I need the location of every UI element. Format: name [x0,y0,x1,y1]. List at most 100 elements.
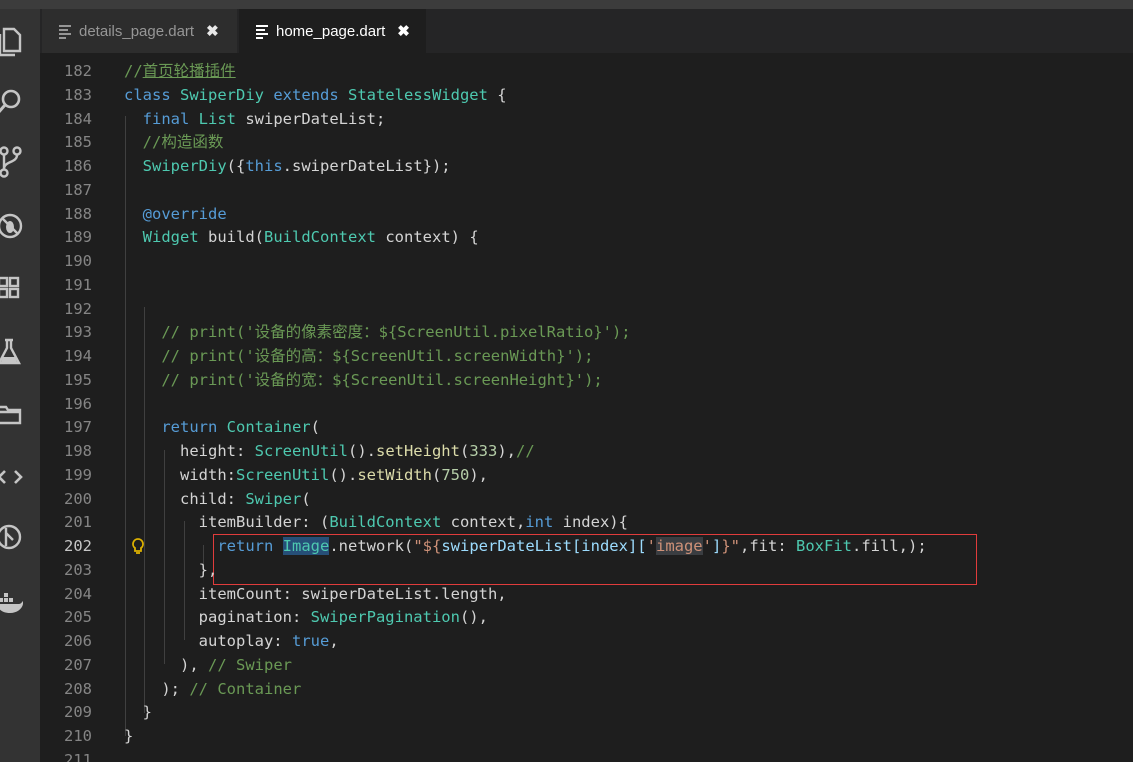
code-token: 333 [469,442,498,460]
line-number: 207 [64,655,92,674]
code-line[interactable]: 194 // print('设备的高：${ScreenUtil.screenWi… [40,344,1133,368]
code-text: ); // Container [124,677,301,701]
code-text: }, [124,558,218,582]
line-number: 199 [64,465,92,484]
git-graph-icon[interactable] [0,512,40,562]
code-token: build( [208,228,264,247]
line-number: 210 [64,727,92,745]
code-token: List [198,109,246,128]
code-line[interactable]: 207 ), // Swiper [40,653,1133,677]
code-token: setWidth [357,465,432,484]
explorer-icon[interactable] [0,17,40,67]
code-line[interactable]: 208 ); // Container [40,677,1133,701]
close-icon[interactable]: ✖ [206,22,219,40]
code-token: // print('设备的像素密度：${ScreenUtil.pixelRati… [124,323,631,342]
code-text: itemBuilder: (BuildContext context,int i… [124,510,628,534]
code-token: SwiperPagination [310,608,460,627]
code-text: height: ScreenUtil().setHeight(333),// [124,439,535,463]
code-line[interactable]: 199 width:ScreenUtil().setWidth(750), [40,463,1133,487]
code-text: //构造函数 [124,130,224,154]
code-line[interactable]: 198 height: ScreenUtil().setHeight(333),… [40,439,1133,463]
code-line[interactable]: 187 [40,178,1133,202]
code-token: BoxFit [796,537,853,555]
close-icon[interactable]: ✖ [397,22,410,40]
code-line[interactable]: 211 [40,748,1133,762]
line-number: 185 [64,133,92,152]
code-text: child: Swiper( [124,487,311,511]
code-line[interactable]: 197 return Container( [40,415,1133,439]
code-line[interactable]: 188 @override [40,202,1133,226]
code-token: return [217,537,283,555]
code-token: itemCount: swiperDateList.length, [124,584,507,603]
tab-home-page[interactable]: home_page.dart ✖ [239,9,426,53]
extensions-icon[interactable] [0,263,40,313]
code-line[interactable]: 186 SwiperDiy({this.swiperDateList}); [40,154,1133,178]
folder-icon[interactable] [0,390,40,440]
test-flask-icon[interactable] [0,327,40,377]
code-line[interactable]: 205 pagination: SwiperPagination(), [40,605,1133,629]
code-text: return Container( [124,415,320,439]
code-token: // [516,442,535,460]
code-editor[interactable]: 182//首页轮播插件 183 class SwiperDiy extends St… [40,53,1133,762]
code-line[interactable]: 190 [40,249,1133,273]
code-token: Container [226,418,311,437]
code-token: } [124,703,152,722]
code-text: // print('设备的宽：${ScreenUtil.screenHeight… [124,368,602,392]
code-token: 750 [441,465,470,484]
code-line[interactable]: 204 itemCount: swiperDateList.length, [40,582,1133,606]
tab-details-page[interactable]: details_page.dart ✖ [42,9,237,53]
line-number: 201 [64,513,92,532]
debug-icon[interactable] [0,201,40,251]
line-number: 183 [64,85,92,104]
line-number: 187 [64,180,92,199]
code-line[interactable]: 200 child: Swiper( [40,487,1133,511]
code-line[interactable]: 192 [40,297,1133,321]
code-line[interactable]: 209 } [40,700,1133,724]
code-line[interactable]: 206 autoplay: true, [40,629,1133,653]
line-number: 186 [64,157,92,175]
code-line[interactable]: 183 class SwiperDiy extends StatelessWidg… [40,83,1133,107]
code-token: child: [124,489,246,508]
code-line[interactable]: 185 //构造函数 [40,130,1133,154]
code-token: // Container [189,679,302,698]
code-line[interactable]: 203 }, [40,558,1133,582]
code-token: itemBuilder: ( [124,513,330,532]
code-token: ' [702,537,712,555]
code-token: //构造函数 [124,133,224,152]
docker-icon[interactable] [0,579,40,629]
line-number: 195 [64,370,92,389]
code-text: @override [124,202,227,226]
code-line[interactable]: 182 //首页轮播插件 [40,59,1133,83]
code-token: Swiper [245,489,302,508]
tab-label: home_page.dart [276,22,386,40]
editor-tab-bar: details_page.dart ✖ home_page.dart ✖ [40,9,1133,53]
code-token: true [291,632,330,650]
code-token: StatelessWidget [347,85,488,104]
file-lines-icon [255,24,269,39]
code-token: ScreenUtil [254,442,348,460]
code-line[interactable]: 210} [40,724,1133,748]
activity-bar [0,9,40,762]
code-line[interactable]: 195 // print('设备的宽：${ScreenUtil.screenHe… [40,368,1133,392]
line-number: 211 [64,750,92,762]
source-control-icon[interactable] [0,137,40,187]
code-text: //首页轮播插件 [124,59,236,83]
code-line[interactable]: 184 final List swiperDateList; [40,107,1133,131]
code-line[interactable]: 191 [40,273,1133,297]
code-line[interactable]: 193 // print('设备的像素密度：${ScreenUtil.pixel… [40,320,1133,344]
code-line[interactable]: 201 itemBuilder: (BuildContext context,i… [40,510,1133,534]
search-icon[interactable] [0,77,40,127]
code-token: SwiperDiy [142,157,227,175]
code-token: ), [497,442,516,460]
code-line[interactable]: 189 Widget build(BuildContext context) { [40,225,1133,249]
code-line[interactable]: 202 return Image.network("${swiperDateLi… [40,534,1133,558]
code-token: @override [142,204,227,223]
code-token: context, [450,513,526,532]
line-number: 206 [64,632,92,650]
code-token: 首页轮播插件 [142,62,236,80]
remote-code-icon[interactable] [0,452,40,502]
code-line[interactable]: 196 [40,392,1133,416]
